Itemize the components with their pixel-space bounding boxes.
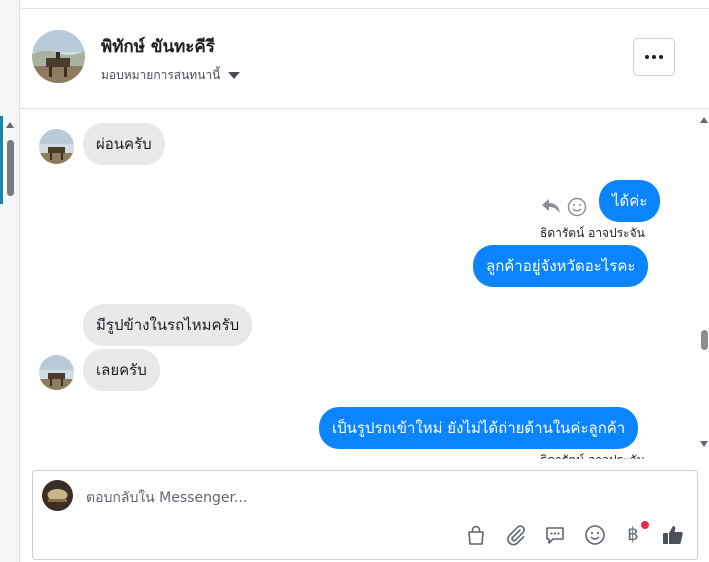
saved-reply-button[interactable] (542, 522, 568, 548)
contact-avatar-small (39, 355, 74, 390)
left-scroll-up-arrow[interactable] (6, 122, 14, 128)
top-divider (19, 8, 709, 9)
more-options-button[interactable] (633, 38, 675, 76)
shopping-bag-icon (468, 525, 484, 545)
right-scroll-up-arrow[interactable] (700, 117, 708, 123)
assign-conversation-dropdown[interactable]: มอบหมายการสนทนานี้ (101, 66, 241, 85)
emoji-reaction-icon[interactable] (567, 197, 587, 221)
like-button[interactable] (660, 522, 686, 548)
emoji-button[interactable] (582, 522, 608, 548)
shopping-bag-button[interactable] (463, 522, 489, 548)
reply-icon[interactable] (541, 197, 561, 219)
left-scrollbar-thumb[interactable] (7, 140, 14, 196)
contact-name: พิทักษ์ ขันทะคีรี (101, 37, 215, 57)
contact-avatar[interactable] (32, 30, 85, 83)
outgoing-message[interactable]: เป็นรูปรถเข้าใหม่ ยังไม่ได้ถ่ายด้านในค่ะ… (319, 407, 639, 449)
right-scrollbar-thumb[interactable] (701, 330, 708, 350)
saved-reply-icon (546, 527, 564, 544)
incoming-message[interactable]: ผ่อนครับ (83, 123, 165, 165)
message-list[interactable]: ผ่อนครับ ได้ค่ะ ธิดารัตน์ อาจประจัน ลูกค… (19, 109, 709, 459)
right-scroll-down-arrow[interactable] (700, 441, 708, 447)
outgoing-message[interactable]: ลูกค้าอยู่จังหวัดอะไรคะ (473, 245, 649, 287)
paperclip-icon (507, 525, 525, 546)
sender-name: ธิดารัตน์ อาจประจัน (540, 226, 645, 240)
chevron-down-icon (228, 72, 241, 79)
thumbs-up-icon (663, 526, 683, 544)
outgoing-message[interactable]: ได้ค่ะ (599, 180, 661, 222)
incoming-message[interactable]: มีรูปข้างในรถไหมครับ (83, 304, 253, 346)
left-panel-strip (0, 0, 20, 562)
attach-file-button[interactable] (503, 522, 529, 548)
more-options-icon (645, 55, 663, 59)
incoming-message[interactable]: เลยครับ (83, 349, 160, 391)
sender-name: ธิดารัตน์ อาจประจัน (540, 451, 645, 459)
baht-payment-icon: ฿ (627, 524, 639, 545)
left-panel-accent (0, 116, 3, 204)
notification-dot (641, 521, 649, 529)
assign-conversation-label: มอบหมายการสนทนานี้ (101, 68, 221, 82)
emoji-icon (585, 525, 605, 545)
reply-input[interactable] (86, 487, 506, 509)
page-avatar (42, 480, 73, 511)
contact-avatar-small (39, 129, 74, 164)
